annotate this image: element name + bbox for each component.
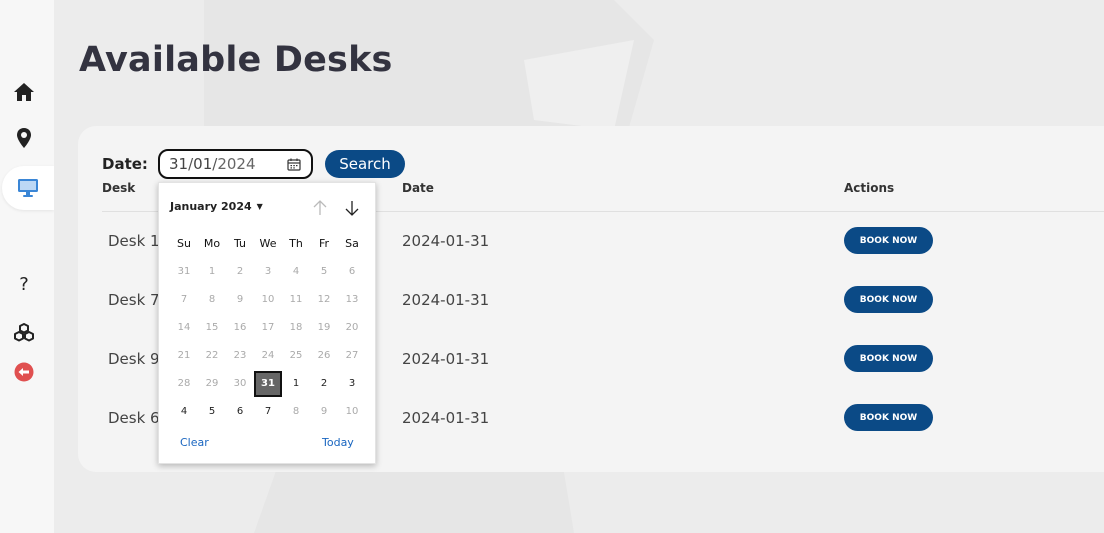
calendar-day[interactable]: 18 xyxy=(282,315,310,341)
calendar-day[interactable]: 5 xyxy=(198,399,226,425)
desk-name: Desk 1 xyxy=(108,232,160,250)
calendar-day[interactable]: 26 xyxy=(310,343,338,369)
calendar-day[interactable]: 7 xyxy=(254,399,282,425)
desk-name: Desk 9 xyxy=(108,350,160,368)
calendar-day[interactable]: 9 xyxy=(226,287,254,313)
calendar-day[interactable]: 10 xyxy=(254,287,282,313)
calendar-day[interactable]: 21 xyxy=(170,343,198,369)
calendar-day[interactable]: 4 xyxy=(282,259,310,285)
weekday-label: Fr xyxy=(318,237,330,250)
weekday-label: Su xyxy=(177,237,191,250)
calendar-day[interactable]: 22 xyxy=(198,343,226,369)
desk-date: 2024-01-31 xyxy=(402,291,490,309)
calendar-day[interactable]: 1 xyxy=(282,371,310,397)
desk-date: 2024-01-31 xyxy=(402,350,490,368)
calendar-day[interactable]: 16 xyxy=(226,315,254,341)
logout-icon xyxy=(14,362,34,382)
page-title: Available Desks xyxy=(79,40,393,80)
weekday-label: Sa xyxy=(345,237,359,250)
calendar-day[interactable]: 6 xyxy=(226,399,254,425)
date-month[interactable]: 01 xyxy=(193,155,212,173)
calendar-day[interactable]: 24 xyxy=(254,343,282,369)
weekday-label: We xyxy=(259,237,277,250)
sidebar: ? xyxy=(0,0,54,533)
month-year-selector[interactable]: January 2024 ▼ xyxy=(170,200,263,213)
today-button[interactable]: Today xyxy=(322,436,354,449)
calendar-day[interactable]: 20 xyxy=(338,315,366,341)
calendar-day[interactable]: 30 xyxy=(226,371,254,397)
caret-down-icon: ▼ xyxy=(256,202,263,211)
monitor-icon xyxy=(18,179,38,197)
column-header-desk: Desk xyxy=(102,181,136,195)
calendar-day[interactable]: 25 xyxy=(282,343,310,369)
calendar-day[interactable]: 2 xyxy=(226,259,254,285)
cubes-icon xyxy=(14,323,34,342)
calendar-day[interactable]: 28 xyxy=(170,371,198,397)
column-header-actions: Actions xyxy=(844,181,895,195)
calendar-day[interactable]: 11 xyxy=(282,287,310,313)
book-now-button[interactable]: BOOK NOW xyxy=(844,345,933,372)
date-input[interactable]: 31 / 01 / 2024 xyxy=(158,149,313,179)
desk-date: 2024-01-31 xyxy=(402,409,490,427)
calendar-day[interactable]: 2 xyxy=(310,371,338,397)
calendar-day[interactable]: 1 xyxy=(198,259,226,285)
desk-date: 2024-01-31 xyxy=(402,232,490,250)
nav-desks[interactable] xyxy=(2,166,54,210)
weekday-label: Mo xyxy=(203,237,221,250)
calendar-day[interactable]: 4 xyxy=(170,399,198,425)
calendar-day[interactable]: 7 xyxy=(170,287,198,313)
calendar-day[interactable]: 17 xyxy=(254,315,282,341)
arrow-down-icon[interactable] xyxy=(342,198,362,218)
date-label: Date: xyxy=(102,155,148,173)
calendar-day[interactable]: 23 xyxy=(226,343,254,369)
calendar-day[interactable]: 27 xyxy=(338,343,366,369)
nav-resources[interactable] xyxy=(0,312,48,352)
date-year[interactable]: 2024 xyxy=(217,155,255,173)
calendar-day[interactable]: 12 xyxy=(310,287,338,313)
calendar-day[interactable]: 29 xyxy=(198,371,226,397)
date-day[interactable]: 31 xyxy=(169,155,188,173)
calendar-day[interactable]: 8 xyxy=(282,399,310,425)
desk-name: Desk 7 xyxy=(108,291,160,309)
book-now-button[interactable]: BOOK NOW xyxy=(844,286,933,313)
day-selected[interactable]: 31 xyxy=(254,371,282,397)
month-year-label: January 2024 xyxy=(170,200,252,213)
calendar-day[interactable]: 5 xyxy=(310,259,338,285)
calendar-day[interactable]: 3 xyxy=(338,371,366,397)
date-picker-popup: January 2024 ▼ Su Mo Tu We Th Fr Sa 31 1 2 3 4 5 6 7 8 9… xyxy=(158,182,376,464)
calendar-day[interactable]: 9 xyxy=(310,399,338,425)
book-now-button[interactable]: BOOK NOW xyxy=(844,227,933,254)
column-header-date: Date xyxy=(402,181,434,195)
help-icon: ? xyxy=(19,273,29,295)
weekday-label: Tu xyxy=(233,237,247,250)
nav-location[interactable] xyxy=(0,118,48,158)
arrow-up-icon[interactable] xyxy=(310,198,330,218)
calendar-day[interactable]: 19 xyxy=(310,315,338,341)
weekday-label: Th xyxy=(289,237,303,250)
calendar-day[interactable]: 13 xyxy=(338,287,366,313)
book-now-button[interactable]: BOOK NOW xyxy=(844,404,933,431)
clear-button[interactable]: Clear xyxy=(180,436,209,449)
calendar-day[interactable]: 6 xyxy=(338,259,366,285)
calendar-day[interactable]: 3 xyxy=(254,259,282,285)
calendar-day[interactable]: 10 xyxy=(338,399,366,425)
calendar-day[interactable]: 15 xyxy=(198,315,226,341)
calendar-day[interactable]: 14 xyxy=(170,315,198,341)
nav-logout[interactable] xyxy=(0,352,48,392)
desk-name: Desk 6 xyxy=(108,409,160,427)
calendar-day[interactable]: 31 xyxy=(170,259,198,285)
home-icon xyxy=(14,83,34,101)
nav-home[interactable] xyxy=(0,72,48,112)
calendar-icon[interactable] xyxy=(287,158,301,171)
search-button[interactable]: Search xyxy=(325,150,405,178)
map-pin-icon xyxy=(17,128,31,148)
nav-help[interactable]: ? xyxy=(0,264,48,304)
calendar-day[interactable]: 8 xyxy=(198,287,226,313)
